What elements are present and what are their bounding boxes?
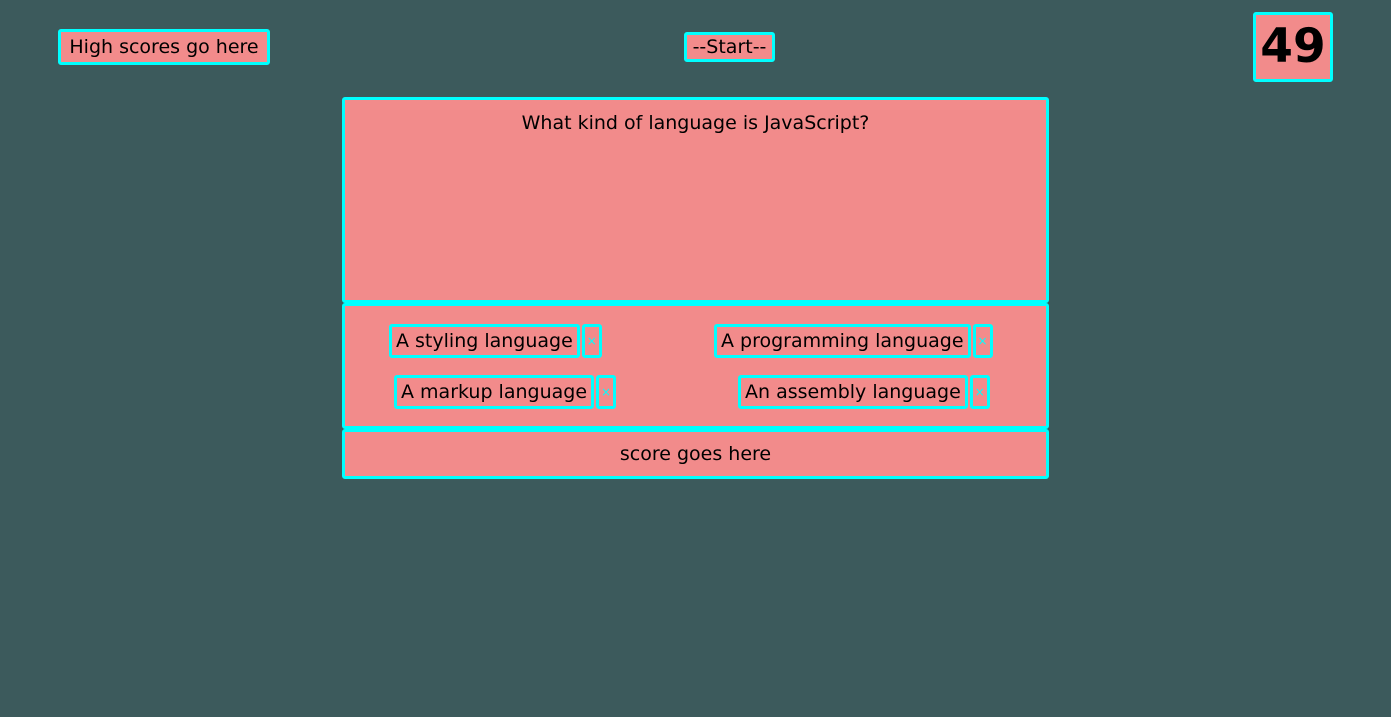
answer-button[interactable]: A markup language: [394, 375, 595, 409]
answer-option: A programming language ×: [714, 324, 993, 358]
question-text: What kind of language is JavaScript?: [521, 112, 870, 134]
timer-display: 49: [1253, 12, 1333, 82]
answer-option: A styling language ×: [389, 324, 602, 358]
answer-option: An assembly language ×: [738, 375, 990, 409]
answer-button[interactable]: An assembly language: [738, 375, 968, 409]
answer-button[interactable]: A styling language: [389, 324, 580, 358]
answer-button[interactable]: A programming language: [714, 324, 971, 358]
score-panel: score goes here: [342, 429, 1049, 479]
answers-panel: A styling language × A programming langu…: [342, 303, 1049, 429]
question-panel: What kind of language is JavaScript?: [342, 97, 1049, 303]
close-icon[interactable]: ×: [581, 324, 602, 358]
answer-option: A markup language ×: [394, 375, 617, 409]
close-icon[interactable]: ×: [596, 375, 617, 409]
high-scores-button[interactable]: High scores go here: [58, 29, 270, 65]
score-text: score goes here: [619, 443, 772, 465]
start-button[interactable]: --Start--: [684, 32, 775, 62]
close-icon[interactable]: ×: [969, 375, 990, 409]
close-icon[interactable]: ×: [972, 324, 993, 358]
